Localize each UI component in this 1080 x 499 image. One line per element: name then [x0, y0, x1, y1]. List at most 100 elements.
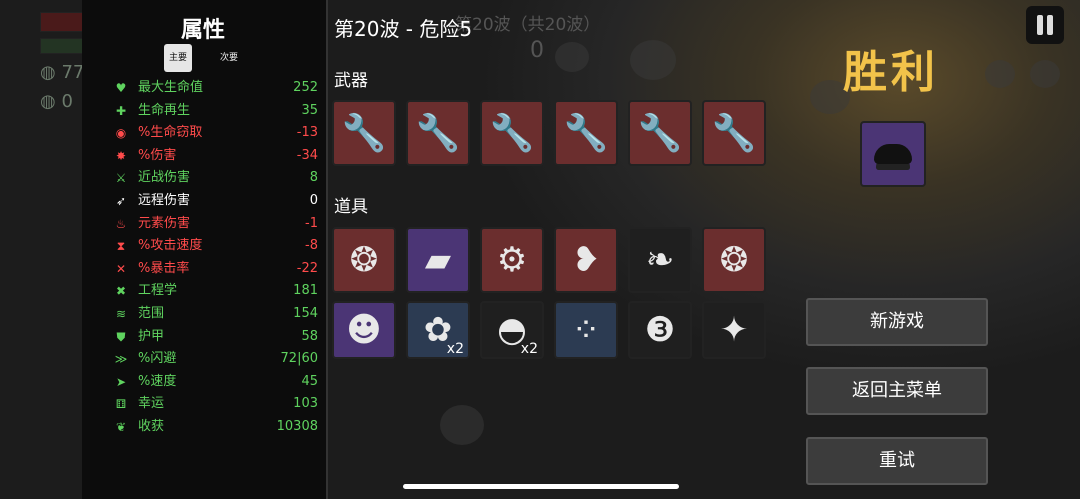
- stat-row[interactable]: ♥ 最大生命值 252: [114, 77, 318, 99]
- attack-speed-icon: ⧗: [116, 239, 126, 254]
- weapon-slot[interactable]: 🔧: [628, 100, 692, 166]
- wrench-icon: 🔧: [415, 113, 461, 154]
- stat-label: 幸运: [138, 396, 165, 412]
- stat-value: 154: [293, 306, 318, 321]
- stat-row[interactable]: ⚅ 幸运 103: [114, 393, 318, 415]
- stat-label: %闪避: [138, 351, 177, 367]
- propeller-hat-icon: ✦: [719, 310, 749, 350]
- stomach-icon: ❥: [571, 240, 601, 280]
- weapon-slot[interactable]: 🔧: [480, 100, 544, 166]
- weapon-slot[interactable]: 🔧: [406, 100, 470, 166]
- item-slot[interactable]: ❂: [702, 227, 766, 293]
- stat-value: -22: [296, 260, 318, 276]
- item-slot[interactable]: ❸: [628, 301, 692, 359]
- item-count: x2: [446, 341, 464, 357]
- stat-row[interactable]: ♨ 元素伤害 -1: [114, 213, 318, 235]
- stat-value: -1: [305, 215, 318, 231]
- tab-main-stats[interactable]: 主要: [164, 44, 192, 72]
- panda-icon: ❂: [719, 240, 749, 280]
- item-slot[interactable]: ☻: [332, 301, 396, 359]
- wrench-icon: 🔧: [563, 113, 609, 154]
- stat-value: 35: [301, 102, 318, 118]
- stat-label: %暴击率: [138, 260, 190, 276]
- stat-value: 8: [309, 170, 318, 186]
- item-slot[interactable]: ▰: [406, 227, 470, 293]
- crit-icon: ✕: [115, 261, 127, 276]
- stat-row[interactable]: ➶ 远程伤害 0: [114, 190, 318, 212]
- wrench-icon: 🔧: [341, 113, 387, 154]
- stat-value: 45: [301, 373, 318, 389]
- engineering-icon: ✖: [115, 284, 127, 299]
- bowler-hat-icon: [874, 144, 912, 164]
- weapon-slot[interactable]: 🔧: [554, 100, 618, 166]
- item-slot[interactable]: ❧: [628, 227, 692, 293]
- stat-row[interactable]: ⚔ 近战伤害 8: [114, 167, 318, 189]
- stat-label: %生命窃取: [138, 125, 203, 141]
- speed-icon: ➤: [115, 374, 127, 389]
- stat-label: 收获: [138, 419, 165, 434]
- luck-icon: ⚅: [115, 397, 127, 412]
- new-game-button[interactable]: 新游戏: [806, 298, 988, 346]
- regen-icon: ✚: [115, 103, 127, 118]
- stat-row[interactable]: ≋ 范围 154: [114, 303, 318, 325]
- stat-label: %攻击速度: [138, 238, 203, 254]
- item-slot[interactable]: ◓ x2: [480, 301, 544, 359]
- stat-value: -13: [296, 125, 318, 141]
- stat-label: 护甲: [138, 328, 165, 344]
- wrench-icon: 🔧: [711, 113, 757, 154]
- stats-title: 属性: [181, 18, 226, 43]
- stat-row[interactable]: ≫ %闪避 72|60: [114, 348, 318, 370]
- range-icon: ≋: [115, 307, 127, 321]
- wrench-icon: 🔧: [489, 113, 535, 154]
- character-slot[interactable]: [860, 121, 926, 187]
- stat-row[interactable]: ✖ 工程学 181: [114, 280, 318, 302]
- stat-label: 生命再生: [138, 102, 191, 118]
- stat-value: -34: [296, 147, 318, 163]
- item-slot[interactable]: ❥: [554, 227, 618, 293]
- stat-value: -8: [305, 238, 318, 254]
- stat-row[interactable]: ⛊ 护甲 58: [114, 326, 318, 348]
- stat-value: 103: [293, 396, 318, 412]
- stat-label: %速度: [138, 373, 177, 389]
- stat-value: 181: [293, 283, 318, 299]
- stat-label: 远程伤害: [138, 193, 191, 208]
- weapons-label: 武器: [334, 71, 368, 91]
- main-menu-button[interactable]: 返回主菜单: [806, 367, 988, 415]
- stat-label: 元素伤害: [138, 215, 191, 231]
- stat-row[interactable]: ✕ %暴击率 -22: [114, 258, 318, 280]
- eyes-cluster-icon: ⁘: [571, 310, 601, 350]
- enemy-silhouette: [985, 60, 1015, 88]
- stats-panel: 属性 主要 次要 ♥ 最大生命值 252 ✚ 生命再生 35 ◉ %生命窃取 -13 ✸ %伤害 -3…: [82, 0, 328, 499]
- stat-value: 252: [293, 80, 318, 95]
- tab-secondary-stats[interactable]: 次要: [215, 44, 243, 72]
- stat-label: 工程学: [138, 283, 178, 299]
- spiked-shield-icon: ❂: [349, 240, 379, 280]
- weapon-slot[interactable]: 🔧: [702, 100, 766, 166]
- armor-icon: ⛊: [116, 329, 126, 344]
- item-slot[interactable]: ❂: [332, 227, 396, 293]
- meat-icon: ❧: [645, 240, 675, 280]
- stat-row[interactable]: ◉ %生命窃取 -13: [114, 122, 318, 144]
- items-label: 道具: [334, 197, 368, 217]
- pause-button[interactable]: [1026, 6, 1064, 44]
- enemy-silhouette: [1030, 60, 1060, 88]
- inventory-panel: 第20波 - 危险5 武器 🔧 🔧 🔧 🔧 🔧 🔧 道具 ❂ ▰ ⚙ ❥ ❧ ❂ ☻ ✿ x2 ◓ x2 ⁘ ❸ ✦: [326, 0, 786, 499]
- item-slot[interactable]: ✿ x2: [406, 301, 470, 359]
- stat-row[interactable]: ⧗ %攻击速度 -8: [114, 235, 318, 257]
- stat-row[interactable]: ✚ 生命再生 35: [114, 100, 318, 122]
- mummy-icon: ☻: [346, 310, 382, 350]
- stat-label: 范围: [138, 306, 165, 321]
- stat-row[interactable]: ✸ %伤害 -34: [114, 145, 318, 167]
- item-slot[interactable]: ⚙: [480, 227, 544, 293]
- home-indicator[interactable]: [403, 484, 679, 489]
- retry-button[interactable]: 重试: [806, 437, 988, 485]
- victory-title: 胜利: [843, 47, 939, 98]
- harvest-icon: ❦: [115, 420, 127, 434]
- stat-row[interactable]: ➤ %速度 45: [114, 371, 318, 393]
- stat-row[interactable]: ❦ 收获 10308: [114, 416, 318, 438]
- item-slot[interactable]: ✦: [702, 301, 766, 359]
- ranged-icon: ➶: [115, 194, 127, 208]
- item-slot[interactable]: ⁘: [554, 301, 618, 359]
- weapon-slot[interactable]: 🔧: [332, 100, 396, 166]
- damage-icon: ✸: [115, 148, 127, 163]
